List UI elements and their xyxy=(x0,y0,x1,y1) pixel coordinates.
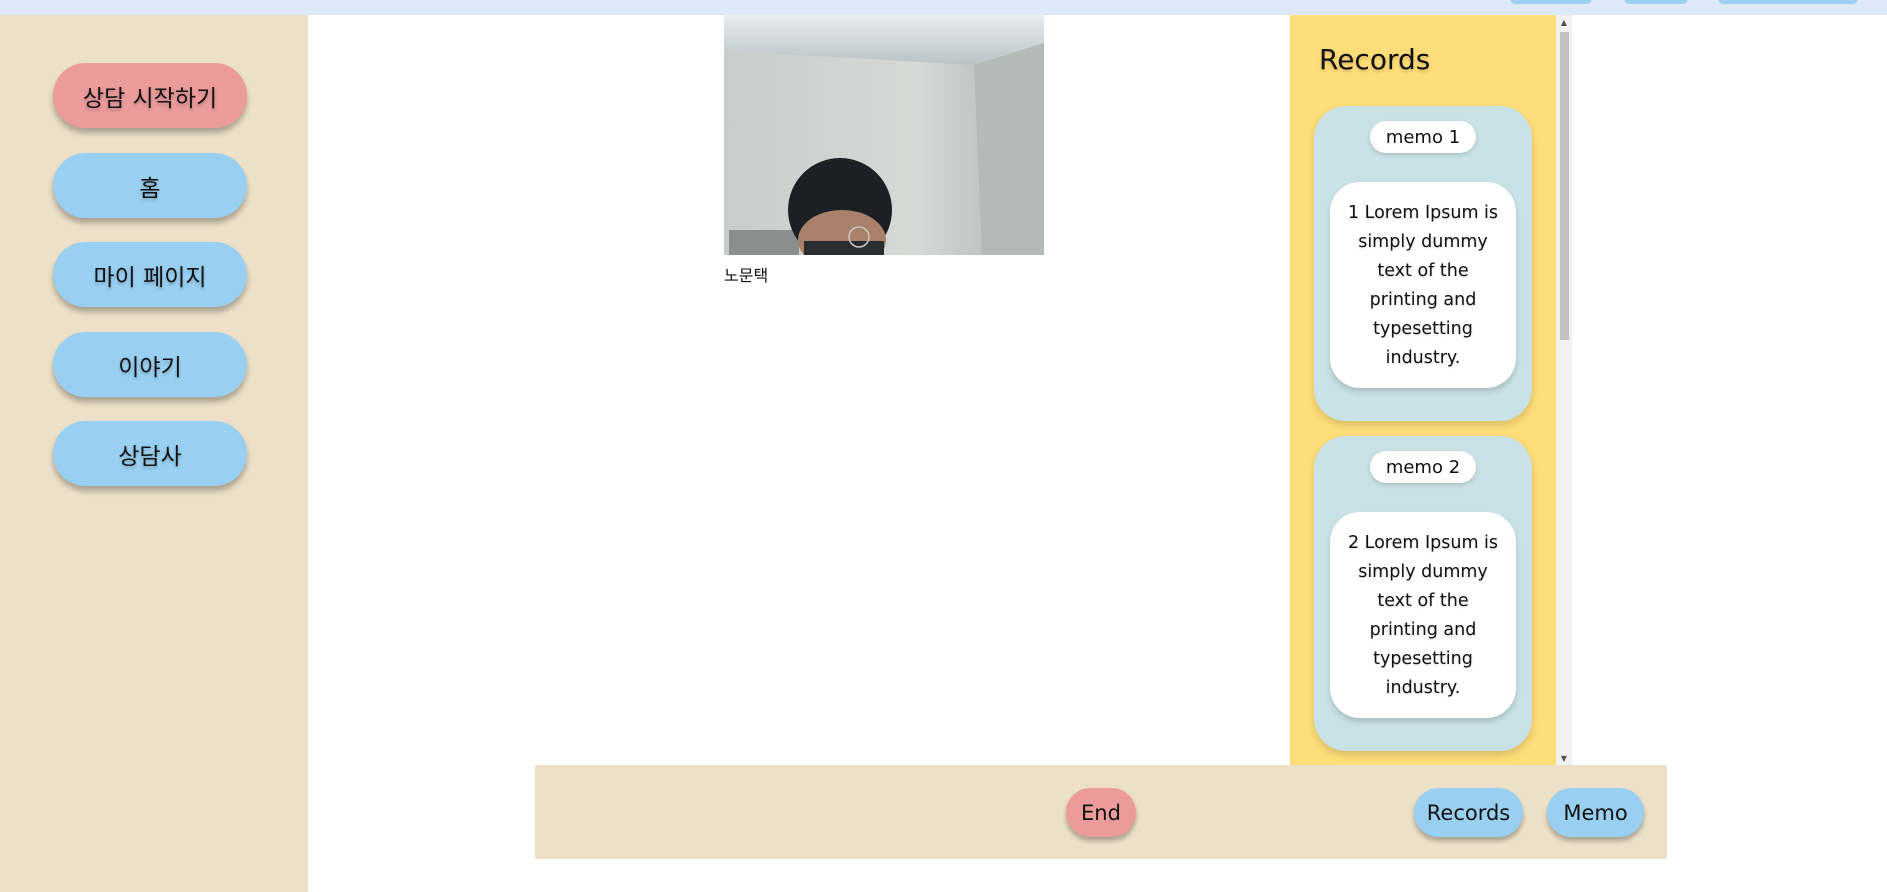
top-stub-button[interactable] xyxy=(1510,0,1592,4)
memo-label: memo 1 xyxy=(1370,121,1476,153)
memo-text: 2 Lorem Ipsum is simply dummy text of th… xyxy=(1330,512,1516,718)
sidebar-item-stories[interactable]: 이야기 xyxy=(53,332,247,397)
records-panel: Records memo 1 1 Lorem Ipsum is simply d… xyxy=(1290,15,1556,765)
participant-name: 노문택 xyxy=(724,266,769,285)
scroll-up-icon[interactable]: ▲ xyxy=(1556,15,1572,29)
top-stub-button[interactable] xyxy=(1718,0,1858,4)
start-counseling-button[interactable]: 상담 시작하기 xyxy=(53,63,247,128)
end-button[interactable]: End xyxy=(1066,788,1136,837)
memo-card: memo 1 1 Lorem Ipsum is simply dummy tex… xyxy=(1314,106,1532,421)
sidebar-item-counselors[interactable]: 상담사 xyxy=(53,421,247,486)
records-scrollbar[interactable]: ▲ ▼ xyxy=(1556,15,1572,765)
memo-card: memo 2 2 Lorem Ipsum is simply dummy tex… xyxy=(1314,436,1532,751)
memo-text: 1 Lorem Ipsum is simply dummy text of th… xyxy=(1330,182,1516,388)
top-bar xyxy=(0,0,1887,15)
control-bar: End Records Memo xyxy=(535,765,1667,859)
sidebar-item-home[interactable]: 홈 xyxy=(53,153,247,218)
sidebar: 상담 시작하기 홈 마이 페이지 이야기 상담사 xyxy=(0,15,308,892)
scroll-down-icon[interactable]: ▼ xyxy=(1556,751,1572,765)
memo-button[interactable]: Memo xyxy=(1547,788,1644,837)
scroll-thumb[interactable] xyxy=(1560,32,1569,340)
memo-label: memo 2 xyxy=(1370,451,1476,483)
sidebar-item-my-page[interactable]: 마이 페이지 xyxy=(53,242,247,307)
video-frame xyxy=(724,15,1044,255)
records-button[interactable]: Records xyxy=(1414,788,1523,837)
records-title: Records xyxy=(1319,43,1431,76)
video-feed xyxy=(724,15,1044,255)
top-stub-button[interactable] xyxy=(1624,0,1688,4)
